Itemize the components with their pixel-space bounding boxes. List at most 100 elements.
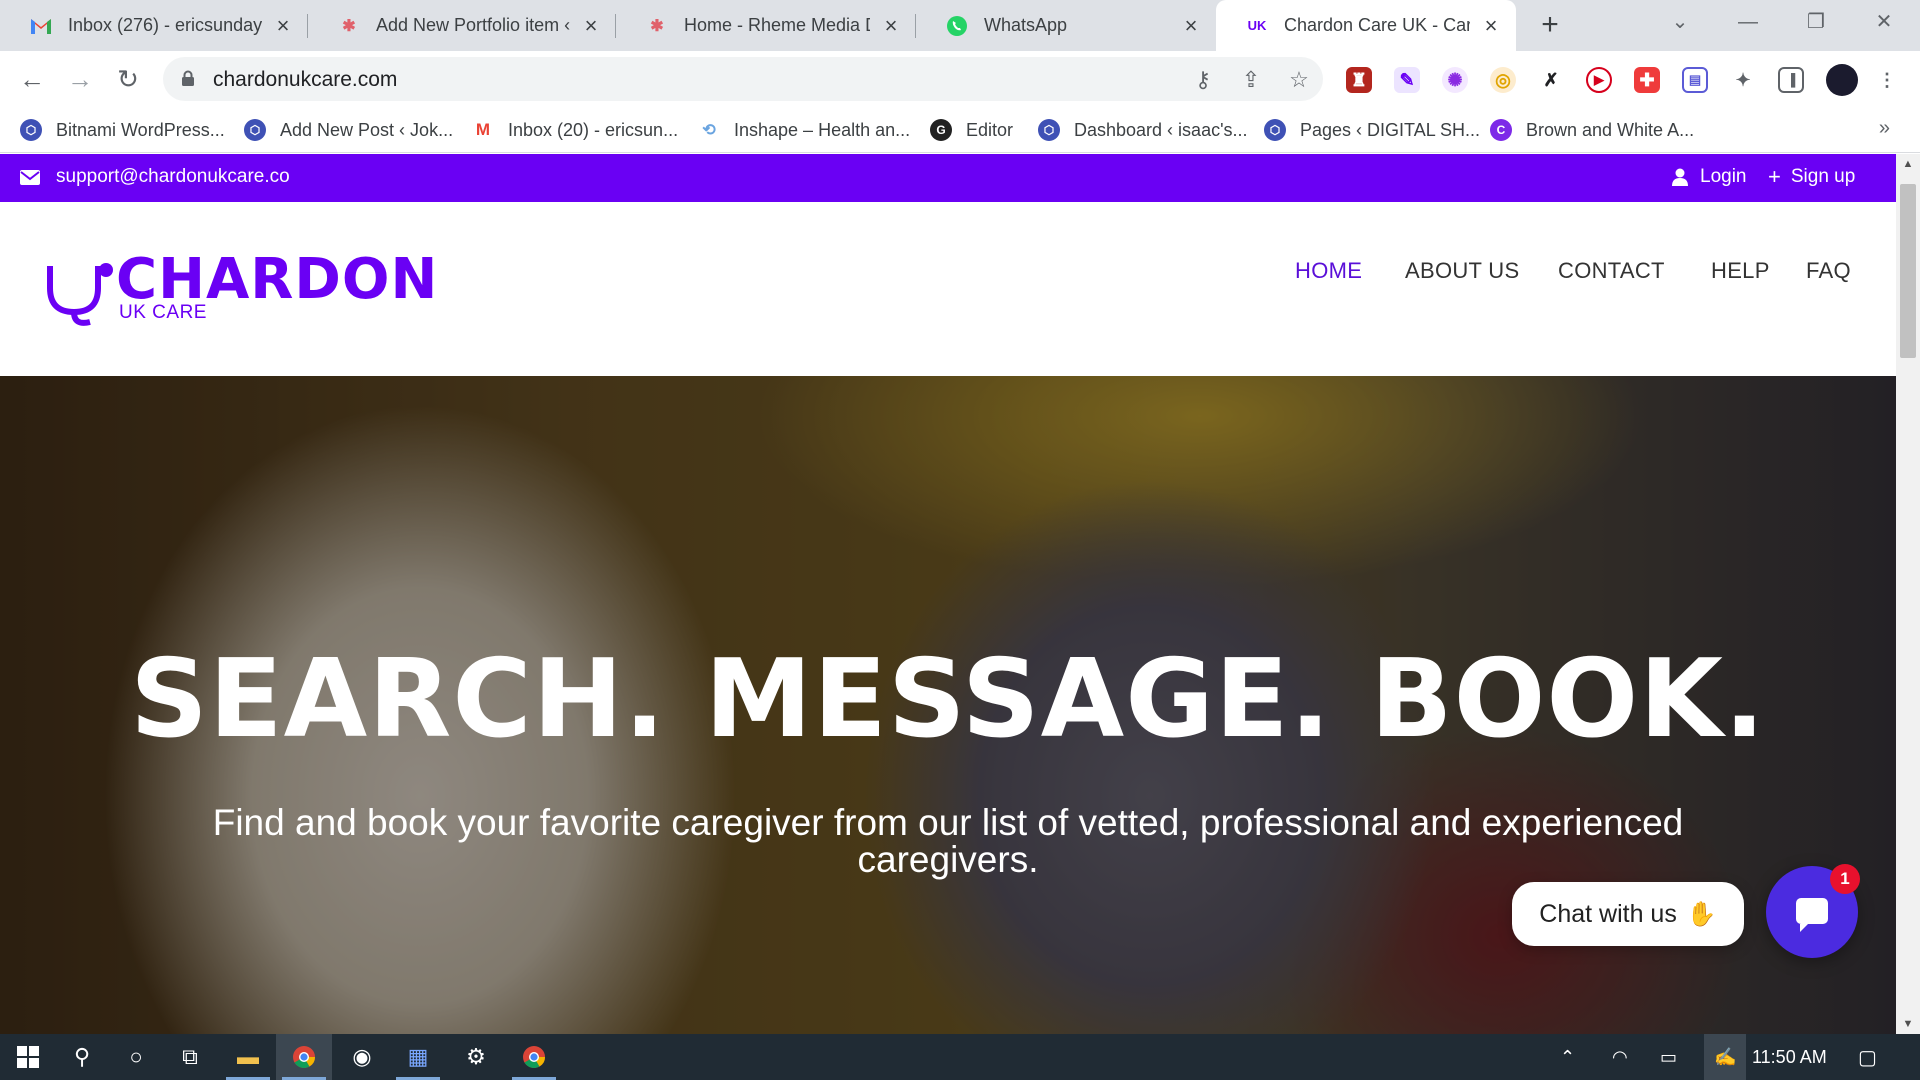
pen-workspace-icon[interactable]: ✍ — [1704, 1034, 1747, 1080]
tab-search-icon[interactable]: ⌄ — [1650, 0, 1710, 46]
scroll-down-arrow-icon[interactable]: ▼ — [1896, 1014, 1920, 1034]
hero-headline: SEARCH. MESSAGE. BOOK. — [130, 637, 1766, 762]
tab-chardon-care[interactable]: UK Chardon Care UK - Carer × — [1216, 0, 1516, 51]
browser-menu-icon[interactable]: ⋮ — [1874, 67, 1900, 93]
extension-reader-icon[interactable]: ▤ — [1682, 67, 1708, 93]
file-explorer-icon[interactable]: ▬ — [220, 1034, 276, 1080]
battery-icon[interactable]: ▭ — [1660, 1034, 1677, 1080]
tab-gmail-inbox[interactable]: Inbox (276) - ericsunday1 × — [0, 0, 308, 51]
browser-tab-strip: Inbox (276) - ericsunday1 × ✱ Add New Po… — [0, 0, 1920, 51]
envelope-icon — [20, 169, 40, 185]
signup-label: Sign up — [1790, 166, 1856, 187]
bookmark-item[interactable]: ⬡ Add New Post ‹ Jok... — [244, 117, 453, 143]
profile-avatar[interactable] — [1826, 64, 1858, 96]
chat-with-us-prompt[interactable]: Chat with us ✋ — [1512, 882, 1744, 946]
extension-circle-icon[interactable]: ◎ — [1490, 67, 1516, 93]
gmail-icon — [30, 15, 52, 37]
bookmark-star-icon[interactable]: ☆ — [1285, 66, 1313, 94]
bookmark-item[interactable]: ⬡ Bitnami WordPress... — [20, 117, 225, 143]
new-tab-button[interactable]: + — [1533, 8, 1567, 42]
browser-toolbar: ← → ↻ chardonukcare.com ⚷ ⇪ ☆ ♜ ✎ ✺ ◎ ✗ … — [0, 51, 1920, 107]
extension-sparkle-icon[interactable]: ✺ — [1442, 67, 1468, 93]
close-window-button[interactable]: ✕ — [1854, 0, 1914, 46]
extension-red-icon[interactable]: ✚ — [1634, 67, 1660, 93]
extension-shield-icon[interactable]: ♜ — [1346, 67, 1372, 93]
chat-notification-badge: 1 — [1830, 864, 1860, 894]
bookmarks-bar: ⬡ Bitnami WordPress... ⬡ Add New Post ‹ Jo… — [0, 107, 1920, 153]
chrome-icon[interactable] — [276, 1034, 332, 1080]
bookmark-item[interactable]: C Brown and White A... — [1490, 117, 1694, 143]
side-panel-icon[interactable]: ▐ — [1778, 67, 1804, 93]
url-text: chardonukcare.com — [213, 68, 398, 91]
cortana-icon[interactable]: ○ — [108, 1034, 164, 1080]
close-tab-icon[interactable]: × — [272, 13, 294, 39]
close-tab-icon[interactable]: × — [1480, 13, 1502, 39]
clock[interactable]: 11:50 AM — [1752, 1034, 1827, 1080]
bookmark-item[interactable]: ⬡ Dashboard ‹ isaac's... — [1038, 117, 1248, 143]
scrollbar-thumb[interactable] — [1900, 184, 1916, 358]
tab-rheme-media[interactable]: ✱ Home - Rheme Media Di × — [616, 0, 916, 51]
settings-gear-icon[interactable]: ⚙ — [448, 1034, 504, 1080]
tab-portfolio[interactable]: ✱ Add New Portfolio item ‹ × — [308, 0, 616, 51]
editor-icon: G — [930, 119, 952, 141]
extensions-puzzle-icon[interactable]: ✦ — [1730, 67, 1756, 93]
nav-help[interactable]: HELP — [1711, 258, 1770, 284]
support-email: support@chardonukcare.co — [56, 166, 290, 187]
nav-faq[interactable]: FAQ — [1806, 258, 1851, 284]
address-bar[interactable]: chardonukcare.com ⚷ ⇪ ☆ — [163, 57, 1323, 101]
windows-start-icon[interactable] — [0, 1034, 56, 1080]
chardon-logo[interactable]: CHARDON UK CARE — [44, 250, 437, 340]
wordpress-icon: ⬡ — [1038, 119, 1060, 141]
site-header: CHARDON UK CARE HOME ABOUT US CONTACT HE… — [0, 202, 1896, 376]
close-tab-icon[interactable]: × — [1180, 13, 1202, 39]
page-scrollbar[interactable]: ▲ ▼ — [1896, 154, 1920, 1034]
nav-home[interactable]: HOME — [1295, 258, 1362, 284]
tab-label: Inbox (276) - ericsunday1 — [68, 15, 262, 35]
bookmark-label: Editor — [966, 119, 1014, 140]
extension-eyedropper-icon[interactable]: ✎ — [1394, 67, 1420, 93]
nav-about-us[interactable]: ABOUT US — [1405, 258, 1519, 284]
reload-button[interactable]: ↻ — [112, 63, 144, 95]
restore-button[interactable]: ❐ — [1786, 0, 1846, 46]
waving-hand-icon: ✋ — [1686, 900, 1717, 928]
notifications-icon[interactable]: ▢ — [1858, 1034, 1877, 1080]
nav-contact[interactable]: CONTACT — [1558, 258, 1665, 284]
login-link[interactable]: Login — [1672, 166, 1747, 188]
scroll-up-arrow-icon[interactable]: ▲ — [1896, 154, 1920, 174]
bookmark-item[interactable]: G Editor — [930, 117, 1013, 143]
extension-x-icon[interactable]: ✗ — [1538, 67, 1564, 93]
whatsapp-icon — [946, 15, 968, 37]
gmail-icon: M — [475, 120, 491, 139]
extension-play-icon[interactable]: ▶ — [1586, 67, 1612, 93]
bookmark-label: Add New Post ‹ Jok... — [280, 119, 454, 140]
bookmark-item[interactable]: M Inbox (20) - ericsun... — [472, 117, 678, 143]
tab-whatsapp[interactable]: WhatsApp × — [916, 0, 1216, 51]
share-icon[interactable]: ⇪ — [1237, 66, 1265, 94]
word-icon[interactable]: ▦ — [390, 1034, 446, 1080]
rheme-icon: ✱ — [650, 17, 664, 35]
wordpress-icon: ⬡ — [244, 119, 266, 141]
plus-icon: + — [1768, 164, 1781, 189]
tray-overflow-chevron-icon[interactable]: ⌃ — [1560, 1034, 1575, 1080]
close-tab-icon[interactable]: × — [580, 13, 602, 39]
bookmark-item[interactable]: ⬡ Pages ‹ DIGITAL SH... — [1264, 117, 1480, 143]
bookmark-label: Inbox (20) - ericsun... — [508, 119, 679, 140]
task-view-icon[interactable]: ⧉ — [162, 1034, 218, 1080]
password-key-icon[interactable]: ⚷ — [1189, 66, 1217, 94]
chrome-profile-icon[interactable] — [506, 1034, 562, 1080]
bookmarks-overflow-button[interactable]: » — [1879, 117, 1890, 140]
portfolio-icon: ✱ — [342, 17, 356, 35]
back-button[interactable]: ← — [16, 63, 48, 95]
logo-subtitle: UK CARE — [119, 302, 207, 323]
camera-app-icon[interactable]: ◉ — [334, 1034, 390, 1080]
support-email-link[interactable]: support@chardonukcare.co — [20, 166, 290, 188]
close-tab-icon[interactable]: × — [880, 13, 902, 39]
search-icon[interactable]: ⚲ — [54, 1034, 110, 1080]
signup-link[interactable]: + Sign up — [1768, 166, 1855, 188]
wifi-icon[interactable]: ◠ — [1612, 1034, 1628, 1080]
tab-label: Add New Portfolio item ‹ — [376, 15, 570, 35]
forward-button[interactable]: → — [64, 63, 96, 95]
minimize-button[interactable]: — — [1718, 0, 1778, 46]
stethoscope-icon — [47, 263, 113, 326]
bookmark-item[interactable]: ⟲ Inshape – Health an... — [698, 117, 910, 143]
